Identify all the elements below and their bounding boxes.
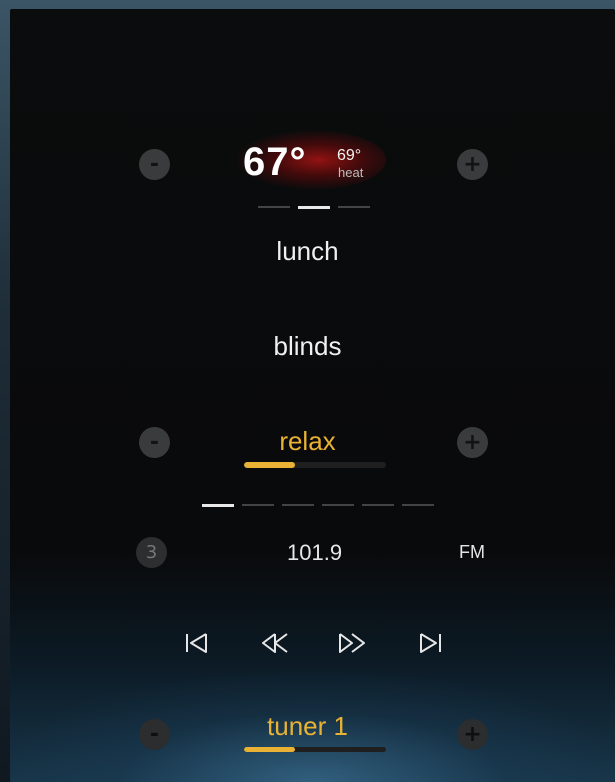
scene-page-indicator — [258, 206, 370, 209]
preset-page-dot-3[interactable] — [282, 504, 314, 506]
preset-page-dot-5[interactable] — [362, 504, 394, 506]
temp-up-button[interactable]: + — [457, 149, 488, 180]
scene-page-dot-3[interactable] — [338, 206, 370, 208]
lighting-level-bar[interactable] — [244, 462, 386, 468]
current-temperature: 67° — [243, 140, 307, 184]
scene-page-dot-2[interactable] — [298, 206, 330, 209]
preset-page-dot-2[interactable] — [242, 504, 274, 506]
scene-page-dot-1[interactable] — [258, 206, 290, 208]
scene-lunch-button[interactable]: lunch — [0, 236, 615, 267]
hvac-mode: heat — [338, 165, 364, 180]
preset-number-badge[interactable]: 3 — [136, 537, 167, 568]
source-label[interactable]: tuner 1 — [0, 711, 615, 742]
light-up-button[interactable]: + — [457, 427, 488, 458]
volume-up-button[interactable]: + — [457, 719, 488, 750]
skip-back-icon[interactable] — [182, 628, 212, 658]
preset-page-indicator — [202, 504, 434, 507]
volume-down-button[interactable]: - — [139, 719, 170, 750]
lighting-scene-label[interactable]: relax — [0, 426, 615, 457]
lighting-level-fill — [244, 462, 296, 468]
preset-page-dot-6[interactable] — [402, 504, 434, 506]
temp-down-button[interactable]: - — [139, 149, 170, 180]
preset-page-dot-1[interactable] — [202, 504, 234, 507]
scene-blinds-button[interactable]: blinds — [0, 331, 615, 362]
preset-page-dot-4[interactable] — [322, 504, 354, 506]
touch-panel — [10, 9, 615, 782]
fast-forward-icon[interactable] — [337, 628, 367, 658]
light-down-button[interactable]: - — [139, 427, 170, 458]
skip-forward-icon[interactable] — [415, 628, 445, 658]
radio-band[interactable]: FM — [459, 542, 485, 563]
radio-frequency: 101.9 — [287, 540, 343, 565]
volume-level-bar[interactable] — [244, 747, 386, 752]
rewind-icon[interactable] — [260, 628, 290, 658]
setpoint-temperature: 69° — [337, 147, 362, 164]
volume-level-fill — [244, 747, 296, 752]
